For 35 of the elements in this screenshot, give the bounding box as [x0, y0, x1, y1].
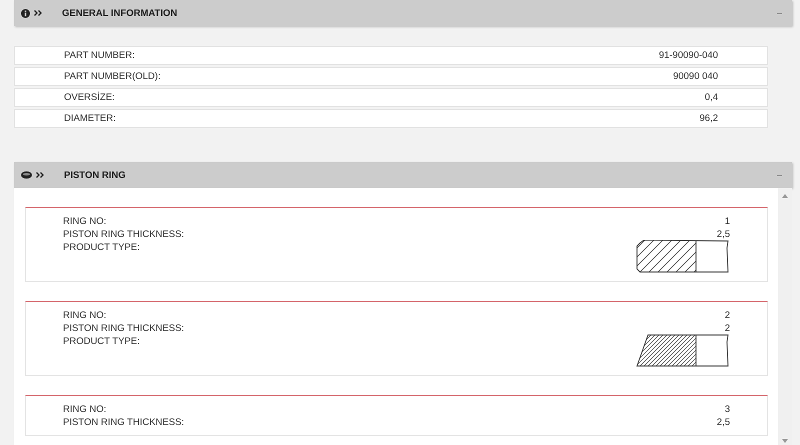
- field-label: RING NO:: [63, 215, 108, 228]
- field-label: PISTON RING THICKNESS:: [63, 228, 186, 241]
- field-label: PISTON RING THICKNESS:: [63, 322, 186, 335]
- field-value: 2,5: [716, 416, 730, 429]
- field-value: 91-90090-040: [658, 50, 718, 61]
- section-title: PISTON RING: [64, 170, 127, 180]
- field-value: 2: [724, 309, 730, 322]
- collapse-toggle[interactable]: –: [776, 8, 782, 18]
- info-icon: [21, 8, 30, 18]
- double-chevron-icon: [36, 172, 44, 178]
- section-title: GENERAL INFORMATION: [62, 8, 178, 18]
- scroll-down-icon[interactable]: [782, 439, 788, 443]
- field-value: 3: [724, 403, 730, 416]
- field-value: 0,4: [704, 92, 718, 103]
- field-value: 2: [724, 322, 730, 335]
- field-value: 2,5: [716, 228, 730, 241]
- section-header[interactable]: PISTON RING –: [14, 162, 792, 188]
- field-label: PART NUMBER(OLD):: [64, 71, 162, 82]
- field-label: DIAMETER:: [64, 113, 117, 124]
- field-value: 96,2: [700, 113, 718, 124]
- field-label: RING NO:: [63, 309, 108, 322]
- field-label: PRODUCT TYPE:: [63, 241, 141, 254]
- field-label: PISTON RING THICKNESS:: [63, 416, 186, 429]
- scroll-up-icon[interactable]: [782, 194, 788, 198]
- field-label: OVERSİZE:: [64, 92, 116, 103]
- field-label: PRODUCT TYPE:: [63, 335, 141, 348]
- field-label: RING NO:: [63, 403, 108, 416]
- field-value: 1: [724, 215, 730, 228]
- section-header[interactable]: GENERAL INFORMATION –: [14, 0, 792, 26]
- field-value: 90090 040: [673, 71, 718, 82]
- ring-icon: [21, 171, 32, 179]
- double-chevron-icon: [34, 10, 42, 16]
- field-label: PART NUMBER:: [64, 50, 136, 61]
- collapse-toggle[interactable]: –: [776, 170, 782, 180]
- scrollbar[interactable]: [778, 188, 792, 445]
